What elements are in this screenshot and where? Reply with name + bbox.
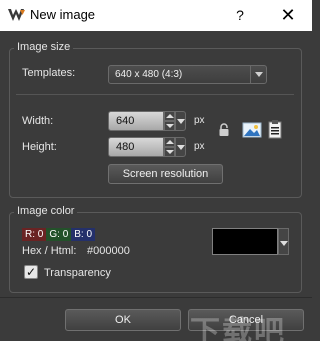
height-input[interactable]: 480 [108, 137, 164, 157]
width-spinner[interactable]: 640 [108, 111, 186, 131]
width-up-arrow-icon[interactable] [164, 111, 175, 121]
green-label: G: [49, 229, 60, 240]
footer-divider [0, 297, 312, 298]
height-down-arrow-icon[interactable] [164, 147, 175, 157]
height-up-arrow-icon[interactable] [164, 137, 175, 147]
transparency-label: Transparency [44, 267, 111, 279]
screen-resolution-button[interactable]: Screen resolution [108, 164, 223, 184]
image-size-title: Image size [14, 41, 74, 53]
width-dropdown-icon[interactable] [175, 111, 186, 131]
width-input[interactable]: 640 [108, 111, 164, 131]
hex-label: Hex / Html: [22, 245, 77, 257]
templates-value: 640 x 480 (4:3) [115, 69, 183, 80]
clipboard-icon[interactable] [268, 119, 282, 139]
new-image-dialog: Image size Templates: 640 x 480 (4:3) Wi… [0, 31, 312, 341]
chevron-down-icon [250, 66, 266, 83]
height-spinner[interactable]: 480 [108, 137, 186, 157]
ok-button[interactable]: OK [65, 309, 181, 331]
close-button[interactable]: ✕ [274, 4, 302, 26]
app-logo-icon [8, 9, 25, 21]
image-icon[interactable] [242, 122, 262, 138]
blue-label: B: [74, 229, 84, 240]
templates-label: Templates: [22, 67, 76, 79]
height-dropdown-icon[interactable] [175, 137, 186, 157]
window-title: New image [30, 7, 96, 22]
watermark: 下载吧 [190, 316, 286, 341]
image-color-title: Image color [14, 205, 78, 217]
title-bar: New image ? ✕ [0, 0, 312, 31]
rgb-values: R: 0 G: 0 B: 0 [22, 228, 96, 241]
green-channel: G: 0 [46, 228, 72, 241]
hex-value[interactable]: #000000 [87, 245, 130, 257]
width-down-arrow-icon[interactable] [164, 121, 175, 131]
color-dropdown-icon[interactable] [278, 228, 289, 255]
blue-channel: B: 0 [71, 228, 96, 241]
height-label: Height: [22, 141, 57, 153]
templates-dropdown[interactable]: 640 x 480 (4:3) [108, 65, 267, 84]
red-label: R: [25, 229, 35, 240]
transparency-checkbox[interactable]: ✓ [24, 265, 38, 279]
green-value: 0 [62, 229, 69, 240]
color-swatch[interactable] [212, 228, 278, 255]
red-channel: R: 0 [22, 228, 47, 241]
help-button[interactable]: ? [229, 5, 251, 25]
height-unit: px [194, 141, 205, 152]
divider [16, 94, 294, 95]
lock-icon[interactable] [218, 123, 230, 137]
width-label: Width: [22, 115, 54, 127]
red-value: 0 [37, 229, 44, 240]
width-unit: px [194, 115, 205, 126]
blue-value: 0 [86, 229, 93, 240]
